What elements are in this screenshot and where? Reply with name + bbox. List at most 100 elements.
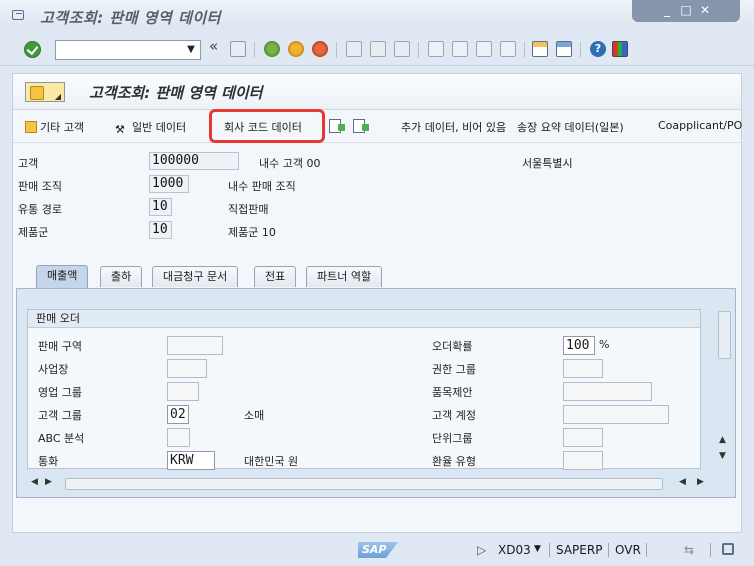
customer-field[interactable]: 100000 — [149, 152, 239, 170]
status-bar: SAP ▷ XD03 ▼ SAPERP OVR ⇆ — [0, 534, 754, 566]
close-icon[interactable]: ✕ — [698, 3, 713, 18]
create-session-icon[interactable] — [532, 41, 548, 57]
title-bar: 고객조회: 판매 영역 데이터 _ □ ✕ — [0, 0, 754, 30]
scroll-down-icon[interactable]: ▼ — [719, 451, 726, 461]
separator — [580, 42, 581, 58]
page-title: 고객조회: 판매 영역 데이터 — [89, 84, 263, 102]
application-toolbar: 기타 고객 ⚒ 일반 데이터 회사 코드 데이터 추가 데이터, 비어 있음 송장… — [13, 111, 742, 143]
connection-icon: ⇆ — [684, 543, 695, 557]
first-page-icon[interactable] — [428, 41, 444, 57]
additional-data-label: 추가 데이터, 비어 있음 — [401, 121, 507, 134]
tab-sales[interactable]: 매출액 — [36, 265, 89, 288]
account-assignment-field[interactable] — [563, 405, 669, 424]
last-page-icon[interactable] — [500, 41, 516, 57]
sales-org-desc: 내수 판매 조직 — [228, 180, 296, 193]
back-icon[interactable] — [264, 41, 280, 57]
command-field[interactable]: ▼ — [55, 40, 201, 60]
previous-page-icon[interactable] — [452, 41, 468, 57]
additional-data-button[interactable]: 추가 데이터, 비어 있음 — [401, 119, 506, 135]
order-probability-field[interactable]: 100 — [563, 336, 595, 355]
customer-icon — [25, 121, 37, 133]
order-probability-label: 오더확률 — [432, 340, 473, 353]
customer-group-field[interactable]: 02 — [167, 405, 189, 424]
print-icon[interactable] — [346, 41, 362, 57]
back-history-icon[interactable]: « — [209, 37, 218, 55]
highlight-box — [209, 109, 325, 143]
sales-office-field[interactable] — [167, 359, 207, 378]
sap-logo: SAP — [358, 542, 398, 558]
display-document-icon[interactable] — [353, 119, 369, 133]
currency-field[interactable]: KRW — [167, 451, 215, 470]
standard-toolbar: ▼ « ? — [0, 34, 754, 66]
scroll-up-icon[interactable]: ▲ — [719, 435, 726, 445]
tab-content: 판매 오더 판매 구역 사업장 영업 그룹 고객 그룹 02 소매 ABC 분석… — [16, 288, 736, 498]
scroll-track[interactable] — [65, 478, 663, 490]
scroll-left-end-icon[interactable]: ◀ — [679, 477, 686, 487]
scroll-left-icon[interactable]: ◀ — [31, 477, 38, 487]
division-field[interactable]: 10 — [149, 221, 172, 239]
sales-org-field[interactable]: 1000 — [149, 175, 189, 193]
shortcut-icon[interactable] — [556, 41, 572, 57]
unit-group-field[interactable] — [563, 428, 603, 447]
exchange-rate-type-field[interactable] — [563, 451, 603, 470]
window-controls: _ □ ✕ — [632, 0, 740, 22]
window-menu-icon[interactable] — [12, 10, 24, 20]
dist-channel-desc: 직접판매 — [228, 203, 269, 216]
tab-partner-roles[interactable]: 파트너 역할 — [306, 266, 383, 287]
scroll-right-end-icon[interactable]: ▶ — [697, 477, 704, 487]
sales-group-field[interactable] — [167, 382, 199, 401]
currency-label: 통화 — [38, 455, 59, 468]
customer-group-desc: 소매 — [244, 409, 265, 422]
status-expand-icon[interactable]: ▷ — [477, 543, 486, 557]
item-proposal-field[interactable] — [563, 382, 652, 401]
other-customer-label: 기타 고객 — [40, 121, 84, 134]
authorization-group-field[interactable] — [563, 359, 603, 378]
horizontal-scrollbar[interactable]: ◀ ▶ ◀ ▶ — [27, 477, 713, 491]
general-data-label: 일반 데이터 — [132, 121, 187, 134]
minimize-icon[interactable]: _ — [660, 3, 675, 18]
vertical-scrollbar[interactable]: ▲ ▼ — [717, 309, 733, 469]
exit-icon[interactable] — [288, 41, 304, 57]
cancel-icon[interactable] — [312, 41, 328, 57]
tab-shipping[interactable]: 출하 — [100, 266, 143, 287]
help-icon[interactable]: ? — [590, 41, 606, 57]
tools-icon: ⚒ — [115, 123, 125, 136]
screen-header: 고객조회: 판매 영역 데이터 — [13, 74, 741, 110]
other-customer-button[interactable]: 기타 고객 — [25, 119, 84, 135]
customer-desc: 내수 고객 00 — [259, 157, 321, 170]
window-title: 고객조회: 판매 영역 데이터 — [40, 9, 221, 27]
scroll-right-icon[interactable]: ▶ — [45, 477, 52, 487]
tab-voucher[interactable]: 전표 — [254, 266, 297, 287]
scroll-thumb[interactable] — [718, 311, 731, 359]
customize-layout-icon[interactable] — [612, 41, 628, 57]
tab-billing-document[interactable]: 대금청구 문서 — [152, 266, 239, 287]
separator — [524, 42, 525, 58]
chevron-down-icon[interactable]: ▼ — [184, 42, 198, 58]
create-document-icon[interactable] — [329, 119, 345, 133]
save-icon[interactable] — [230, 41, 246, 57]
customer-label: 고객 — [18, 157, 39, 170]
find-icon[interactable] — [370, 41, 386, 57]
separator — [710, 543, 711, 557]
sales-org-label: 판매 조직 — [18, 180, 62, 193]
chevron-down-icon[interactable]: ▼ — [534, 544, 541, 554]
sales-district-label: 판매 구역 — [38, 340, 82, 353]
invoice-summary-button[interactable]: 송장 요약 데이터(일본) — [517, 119, 624, 135]
group-title: 판매 오더 — [28, 310, 700, 328]
sales-office-label: 사업장 — [38, 363, 69, 376]
find-next-icon[interactable] — [394, 41, 410, 57]
insert-mode: OVR — [615, 543, 641, 557]
dist-channel-field[interactable]: 10 — [149, 198, 172, 216]
next-page-icon[interactable] — [476, 41, 492, 57]
maximize-icon[interactable]: □ — [679, 3, 694, 18]
transaction-code: XD03 — [498, 543, 531, 557]
authorization-group-label: 권한 그룹 — [432, 363, 476, 376]
coapplicant-button[interactable]: Coapplicant/PO — [658, 119, 742, 132]
coapplicant-label: Coapplicant/PO — [658, 119, 743, 132]
sales-district-field[interactable] — [167, 336, 223, 355]
general-data-button[interactable]: ⚒ 일반 데이터 — [115, 119, 187, 136]
item-proposal-label: 품목제안 — [432, 386, 473, 399]
enter-icon[interactable] — [24, 41, 41, 58]
abc-analysis-field[interactable] — [167, 428, 190, 447]
menu-icon[interactable] — [25, 82, 65, 102]
